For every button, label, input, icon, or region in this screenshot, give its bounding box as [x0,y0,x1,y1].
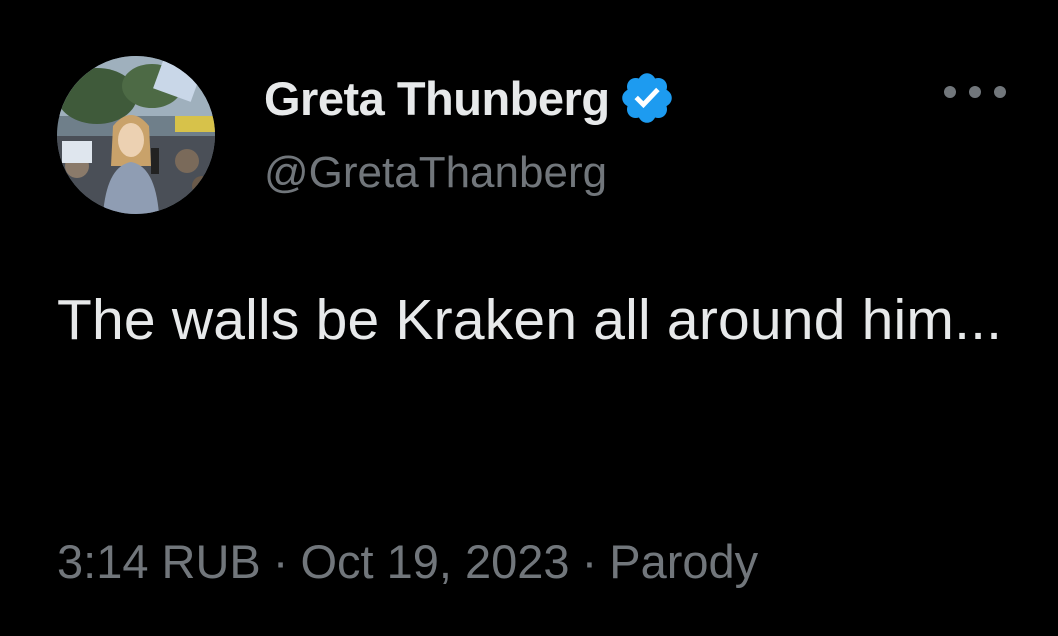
tweet-meta: 3:14 RUB · Oct 19, 2023 · Parody [57,534,758,589]
avatar-photo [57,56,215,214]
more-dot [969,86,981,98]
tweet-date[interactable]: Oct 19, 2023 [300,535,569,588]
author-header: Greta Thunberg [264,68,676,128]
parody-label: Parody [609,535,759,588]
handle[interactable]: @GretaThanberg [264,148,607,198]
meta-separator: · [581,535,598,588]
more-dot [994,86,1006,98]
more-options-icon[interactable] [944,78,1006,106]
avatar[interactable] [57,56,215,214]
verified-badge-icon[interactable] [618,69,676,127]
meta-separator: · [272,535,289,588]
tweet-card: Greta Thunberg @GretaThanberg The walls … [0,0,1058,636]
more-dot [944,86,956,98]
display-name[interactable]: Greta Thunberg [264,71,610,126]
tweet-time[interactable]: 3:14 RUB [57,535,261,588]
tweet-text: The walls be Kraken all around him... [57,288,1003,352]
